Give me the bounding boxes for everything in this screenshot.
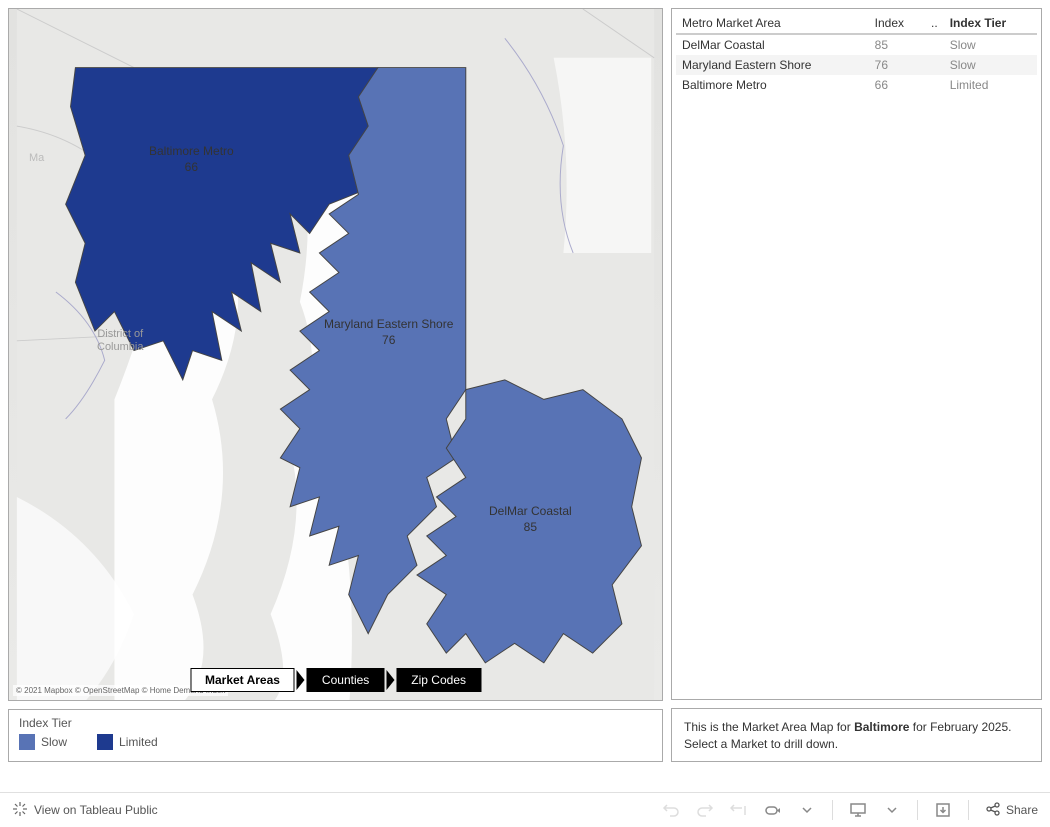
view-on-tableau-label: View on Tableau Public (34, 803, 158, 817)
cell-tier: Slow (944, 55, 1037, 75)
revert-icon[interactable] (730, 801, 748, 819)
caption-bold: Baltimore (854, 720, 909, 734)
cell-blank (925, 55, 944, 75)
divider (917, 800, 918, 820)
breadcrumb-zip-codes[interactable]: Zip Codes (396, 668, 481, 692)
replay-icon[interactable] (764, 801, 782, 819)
cell-index: 76 (869, 55, 925, 75)
share-button[interactable]: Share (985, 801, 1038, 820)
cell-tier: Limited (944, 75, 1037, 95)
legend-item-slow[interactable]: Slow (19, 734, 67, 750)
col-metro-market-area[interactable]: Metro Market Area (676, 13, 869, 34)
cell-name: Maryland Eastern Shore (676, 55, 869, 75)
breadcrumb-market-areas[interactable]: Market Areas (190, 668, 295, 692)
share-icon (985, 801, 1001, 820)
col-index-tier[interactable]: Index Tier (944, 13, 1037, 34)
dropdown-caret-icon[interactable] (798, 801, 816, 819)
cell-blank (925, 34, 944, 55)
presentation-icon[interactable] (849, 801, 867, 819)
cell-blank (925, 75, 944, 95)
chevron-right-icon (297, 670, 305, 690)
caption-panel: This is the Market Area Map for Baltimor… (671, 708, 1042, 762)
basemap-label-ma: Ma (29, 152, 44, 164)
redo-icon[interactable] (696, 801, 714, 819)
divider (968, 800, 969, 820)
cell-index: 66 (869, 75, 925, 95)
undo-icon[interactable] (662, 801, 680, 819)
table-panel: Metro Market Area Index .. Index Tier De… (671, 8, 1042, 700)
cell-name: Baltimore Metro (676, 75, 869, 95)
regions-svg (9, 9, 662, 700)
caption-prefix: This is the Market Area Map for (684, 720, 854, 734)
footer-toolbar: View on Tableau Public Share (0, 792, 1050, 827)
legend-item-limited[interactable]: Limited (97, 734, 158, 750)
share-label: Share (1006, 803, 1038, 817)
legend-panel: Index Tier Slow Limited (8, 709, 663, 762)
view-on-tableau-link[interactable]: View on Tableau Public (12, 801, 158, 820)
basemap-label-dc: District ofColumbia (97, 328, 143, 354)
col-blank[interactable]: .. (925, 13, 944, 34)
download-icon[interactable] (934, 801, 952, 819)
table-row[interactable]: DelMar Coastal 85 Slow (676, 34, 1037, 55)
cell-index: 85 (869, 34, 925, 55)
legend-title: Index Tier (19, 716, 652, 730)
dropdown-caret-icon[interactable] (883, 801, 901, 819)
cell-tier: Slow (944, 34, 1037, 55)
tableau-logo-icon (12, 801, 28, 820)
cell-name: DelMar Coastal (676, 34, 869, 55)
chevron-right-icon (386, 670, 394, 690)
legend-swatch (97, 734, 113, 750)
data-table: Metro Market Area Index .. Index Tier De… (676, 13, 1037, 95)
legend-label: Slow (41, 735, 67, 749)
region-delmar-coastal[interactable] (417, 380, 641, 663)
breadcrumb-counties[interactable]: Counties (307, 668, 384, 692)
table-row[interactable]: Baltimore Metro 66 Limited (676, 75, 1037, 95)
col-index[interactable]: Index (869, 13, 925, 34)
table-row[interactable]: Maryland Eastern Shore 76 Slow (676, 55, 1037, 75)
map-container[interactable]: District ofColumbia Ma Baltimore Metro 6… (8, 8, 663, 701)
breadcrumb: Market Areas Counties Zip Codes (190, 668, 481, 692)
legend-label: Limited (119, 735, 158, 749)
divider (832, 800, 833, 820)
legend-swatch (19, 734, 35, 750)
